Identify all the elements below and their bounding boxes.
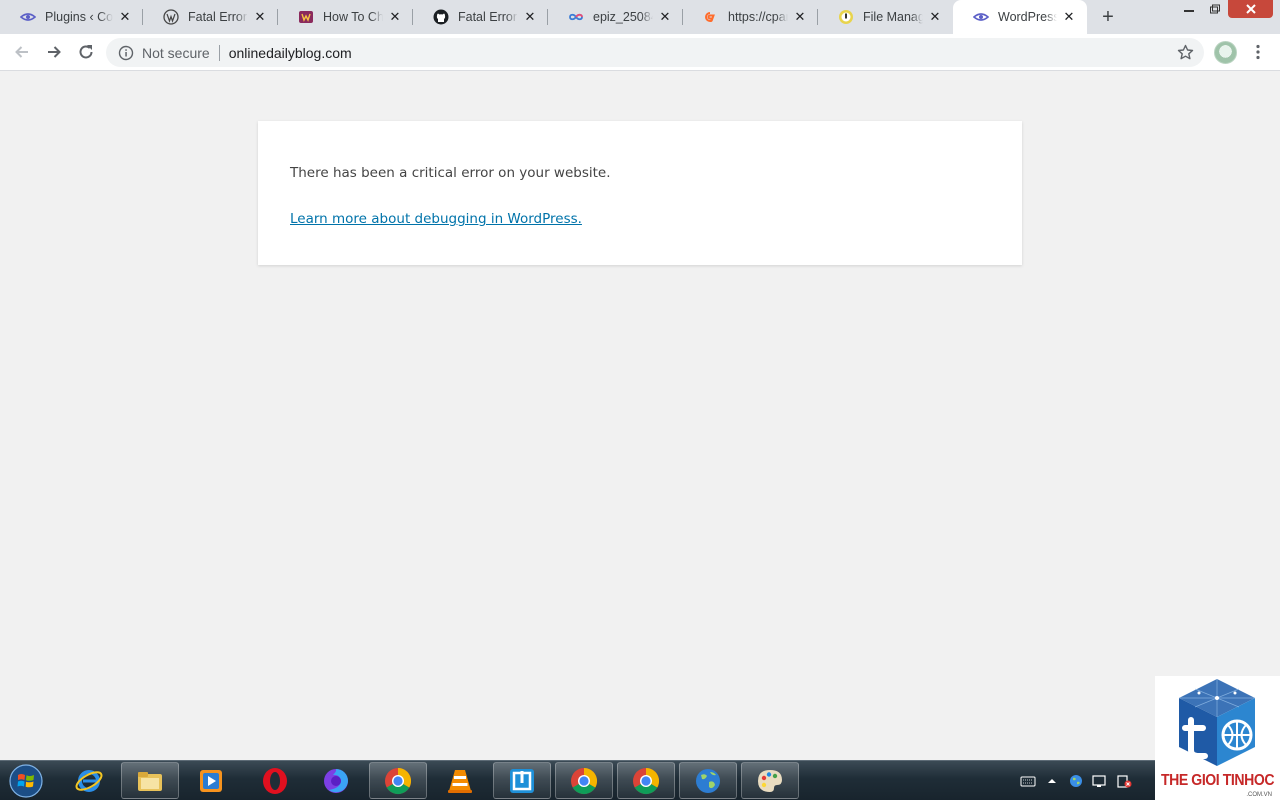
browser-tab[interactable]: Plugins ‹ Cod ✕: [0, 0, 143, 34]
taskbar-chrome-3[interactable]: [617, 762, 675, 799]
new-tab-button[interactable]: +: [1095, 5, 1121, 29]
browser-tab[interactable]: File Manager ✕: [818, 0, 953, 34]
taskbar-globe[interactable]: [679, 762, 737, 799]
infinityfree-icon: [568, 9, 584, 25]
taskbar-paint[interactable]: [741, 762, 799, 799]
forward-button[interactable]: [40, 38, 68, 66]
watermark-logo: THE GIOI TINHOC .COM.VN: [1155, 676, 1280, 800]
taskbar-file-explorer[interactable]: [121, 762, 179, 799]
chrome-icon: [385, 767, 412, 794]
address-bar[interactable]: Not secure onlinedailyblog.com: [106, 38, 1204, 67]
forward-arrow-icon: [48, 46, 61, 58]
more-menu-icon[interactable]: [1250, 42, 1266, 62]
taskbar-chrome[interactable]: [369, 762, 427, 799]
cpanel-icon: [703, 9, 719, 25]
close-tab-icon[interactable]: ✕: [1061, 9, 1077, 25]
keyboard-icon[interactable]: [1020, 773, 1036, 789]
windows-taskbar: [0, 760, 1280, 800]
taskbar-vlc[interactable]: [431, 762, 489, 799]
url-text[interactable]: onlinedailyblog.com: [229, 45, 352, 61]
close-tab-icon[interactable]: ✕: [927, 9, 943, 25]
tab-title: WordPress › E: [998, 10, 1057, 24]
media-player-icon: [200, 769, 222, 792]
browser-tab[interactable]: How To Chec ✕: [278, 0, 413, 34]
back-arrow-icon: [15, 46, 28, 58]
chrome-icon: [633, 767, 660, 794]
file-manager-icon: [838, 9, 854, 25]
bookmark-star-icon[interactable]: [1177, 44, 1194, 61]
security-status[interactable]: Not secure: [142, 45, 210, 61]
internet-explorer-icon: [75, 769, 103, 792]
paint-icon: [758, 769, 782, 792]
github-icon: [433, 9, 449, 25]
firefox-icon: [324, 768, 348, 793]
tab-strip: Plugins ‹ Cod ✕ Fatal Error ca ✕ How To …: [0, 0, 1280, 34]
globe-icon: [696, 768, 720, 793]
wordpress-icon: [163, 9, 179, 25]
tab-title: https://cpane: [728, 10, 788, 24]
cube-logo-icon: [1179, 679, 1255, 766]
close-tab-icon[interactable]: ✕: [522, 9, 538, 25]
system-tray: [1020, 761, 1132, 800]
show-hidden-icons-icon[interactable]: [1044, 773, 1060, 789]
restore-window-button[interactable]: [1202, 0, 1228, 18]
browser-toolbar: Not secure onlinedailyblog.com: [0, 34, 1280, 71]
chrome-icon: [571, 767, 598, 794]
info-icon[interactable]: [118, 45, 134, 61]
close-tab-icon[interactable]: ✕: [657, 9, 673, 25]
windows-logo-icon: [9, 764, 43, 798]
taskbar-media-player[interactable]: [182, 762, 240, 799]
watermark-text: THE GIOI TINHOC: [1161, 772, 1275, 789]
tab-title: epiz_2508488: [593, 10, 653, 24]
opera-icon: [263, 767, 287, 794]
page-viewport: There has been a critical error on your …: [0, 71, 1280, 760]
debugging-link[interactable]: Learn more about debugging in WordPress.: [290, 210, 582, 228]
browser-tab[interactable]: epiz_2508488 ✕: [548, 0, 683, 34]
start-button[interactable]: [4, 762, 48, 800]
taskbar-firefox[interactable]: [307, 762, 365, 799]
wordpress-admin-icon: [973, 9, 989, 25]
network-globe-icon[interactable]: [1068, 773, 1084, 789]
tab-title: Plugins ‹ Cod: [45, 10, 113, 24]
wp-error-card: There has been a critical error on your …: [258, 121, 1022, 265]
action-center-icon[interactable]: [1092, 773, 1108, 789]
taskbar-opera[interactable]: [246, 762, 304, 799]
vlc-icon: [448, 769, 472, 793]
tab-title: File Manager: [863, 10, 923, 24]
close-tab-icon[interactable]: ✕: [792, 9, 808, 25]
browser-tab-active[interactable]: WordPress › E ✕: [953, 0, 1087, 34]
close-tab-icon[interactable]: ✕: [252, 9, 268, 25]
browser-tab[interactable]: Fatal Error ca ✕: [413, 0, 548, 34]
close-window-button[interactable]: [1228, 0, 1273, 18]
browser-tab[interactable]: https://cpane ✕: [683, 0, 818, 34]
tab-title: Fatal Error ca: [458, 10, 518, 24]
wpbeginner-icon: [298, 9, 314, 25]
taskbar-chrome-2[interactable]: [555, 762, 613, 799]
close-tab-icon[interactable]: ✕: [117, 9, 133, 25]
browser-tab[interactable]: Fatal Error ca ✕: [143, 0, 278, 34]
watermark-subtext: .COM.VN: [1246, 792, 1272, 798]
error-message: There has been a critical error on your …: [290, 165, 611, 181]
taskbar-internet-explorer[interactable]: [60, 762, 118, 799]
taskbar-app[interactable]: [493, 762, 551, 799]
battery-warning-icon[interactable]: [1116, 773, 1132, 789]
tab-title: How To Chec: [323, 10, 383, 24]
tab-title: Fatal Error ca: [188, 10, 248, 24]
minimize-window-button[interactable]: [1176, 0, 1202, 18]
back-button[interactable]: [8, 38, 36, 66]
reload-icon: [79, 45, 93, 59]
app-icon: [510, 768, 534, 793]
file-explorer-icon: [138, 771, 162, 791]
reload-button[interactable]: [72, 38, 100, 66]
profile-avatar[interactable]: [1214, 41, 1237, 64]
wordpress-admin-icon: [20, 9, 36, 25]
close-tab-icon[interactable]: ✕: [387, 9, 403, 25]
